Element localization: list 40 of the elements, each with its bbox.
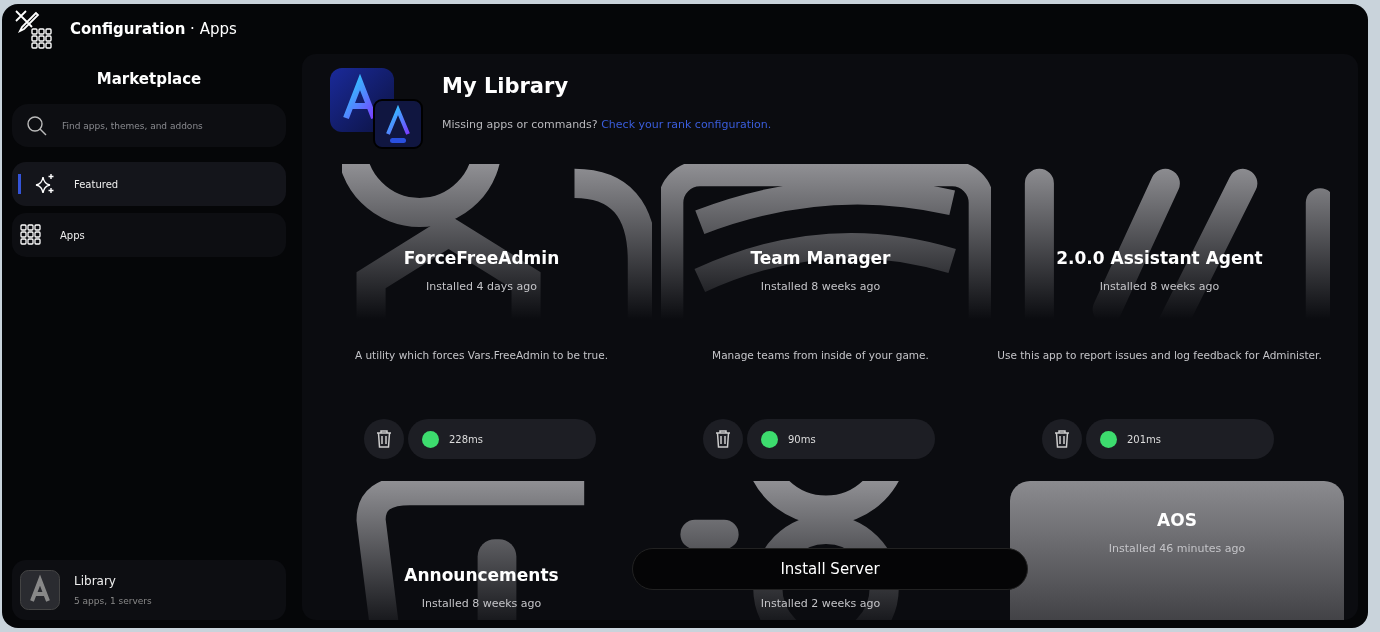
search-field[interactable]: Find apps, themes, and addons [12,104,286,147]
library-summary: 5 apps, 1 servers [74,596,152,606]
latency-text: 228ms [449,433,484,445]
install-date: Installed 4 days ago [426,280,537,293]
app-name: Team Manager [750,248,891,270]
app-name: ForceFreeAdmin [403,248,560,270]
sparkle-icon [34,173,56,195]
trash-icon [375,429,393,449]
app-description: A utility which forces Vars.FreeAdmin to be true. [353,349,610,361]
delete-button[interactable] [1042,419,1082,459]
install-server-button[interactable]: Install Server [632,548,1028,590]
install-date: Installed 46 minutes ago [1108,542,1246,555]
app-name: 2.0.0 Assistant Agent [1056,248,1263,270]
install-date: Installed 8 weeks ago [421,597,542,610]
app-description: Use this app to report issues and log feedback for Administer. [996,349,1323,361]
nav-item[interactable]: Apps [12,213,286,257]
app-name: Announcements [404,565,559,587]
library-card[interactable]: Library 5 apps, 1 servers [12,560,286,620]
page-title: My Library [442,74,570,98]
install-date: Installed 2 weeks ago [760,597,881,610]
rank-configuration-link[interactable]: Check your rank configuration. [601,118,772,131]
window-title: Configuration · Apps [70,20,237,38]
trash-icon [1053,429,1071,449]
app-avatar-icon [20,570,60,610]
subtitle-text: Missing apps or commands? Check your rank configuration. [442,118,772,131]
latency-text: 201ms [1127,433,1162,445]
install-date: Installed 8 weeks ago [1099,280,1220,293]
delete-button[interactable] [364,419,404,459]
app-name: AOS [1157,510,1197,532]
app-description: Manage teams from inside of your game. [711,349,930,361]
sidebar-title: Marketplace [95,70,203,88]
install-date: Installed 8 weeks ago [760,280,881,293]
app-card[interactable]: AOS Installed 46 minutes ago [1010,481,1344,620]
nav-item[interactable]: Featured [12,162,286,206]
library-title: Library [74,574,117,588]
latency-text: 90ms [788,433,816,445]
delete-button[interactable] [703,419,743,459]
app-logo-icon [328,68,424,152]
apps-grid-icon [20,224,42,246]
trash-icon [714,429,732,449]
